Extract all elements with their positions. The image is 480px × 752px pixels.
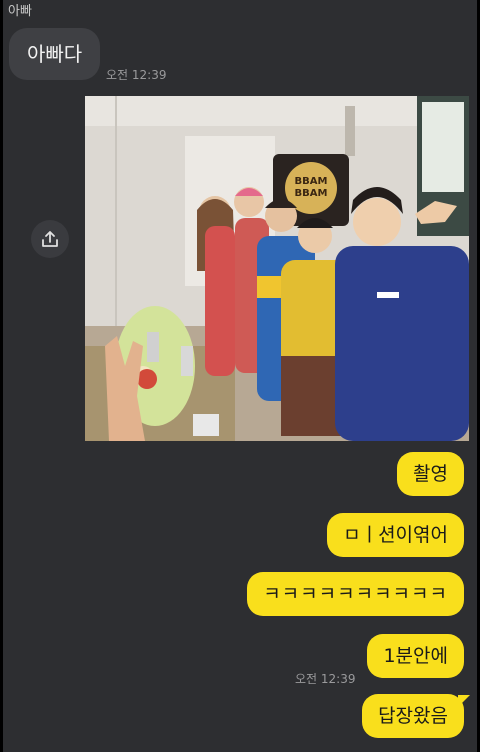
share-button[interactable] (31, 220, 69, 258)
outgoing-message-text: 답장왔음 (378, 705, 448, 727)
screen-edge-left (0, 0, 3, 752)
incoming-message-text: 아빠다 (27, 42, 83, 66)
outgoing-message-bubble[interactable]: 촬영 (397, 452, 464, 496)
share-icon (42, 231, 58, 247)
incoming-message-bubble[interactable]: 아빠다 (9, 28, 101, 80)
outgoing-message-text: 1분안에 (383, 645, 448, 667)
incoming-message-time: 오전 12:39 (106, 68, 167, 82)
outgoing-message-text: 촬영 (413, 463, 448, 485)
shared-photo[interactable]: BBAM BBAM (85, 96, 469, 441)
outgoing-message-bubble[interactable]: ㅁㅣ션이엮어 (327, 513, 464, 557)
outgoing-message-time: 오전 12:39 (295, 672, 356, 686)
group-photo-illustration: BBAM BBAM (85, 96, 469, 441)
outgoing-message-bubble[interactable]: 답장왔음 (362, 694, 464, 738)
sender-name: 아빠 (8, 4, 32, 19)
outgoing-message-bubble[interactable]: 1분안에 (367, 634, 464, 678)
sign-text-2: BBAM (295, 188, 328, 199)
outgoing-message-text: ㅋㅋㅋㅋㅋㅋㅋㅋㅋㅋ (263, 583, 448, 605)
outgoing-message-text: ㅁㅣ션이엮어 (343, 524, 448, 546)
sign-text-1: BBAM (295, 176, 328, 187)
outgoing-message-bubble[interactable]: ㅋㅋㅋㅋㅋㅋㅋㅋㅋㅋ (247, 572, 464, 616)
